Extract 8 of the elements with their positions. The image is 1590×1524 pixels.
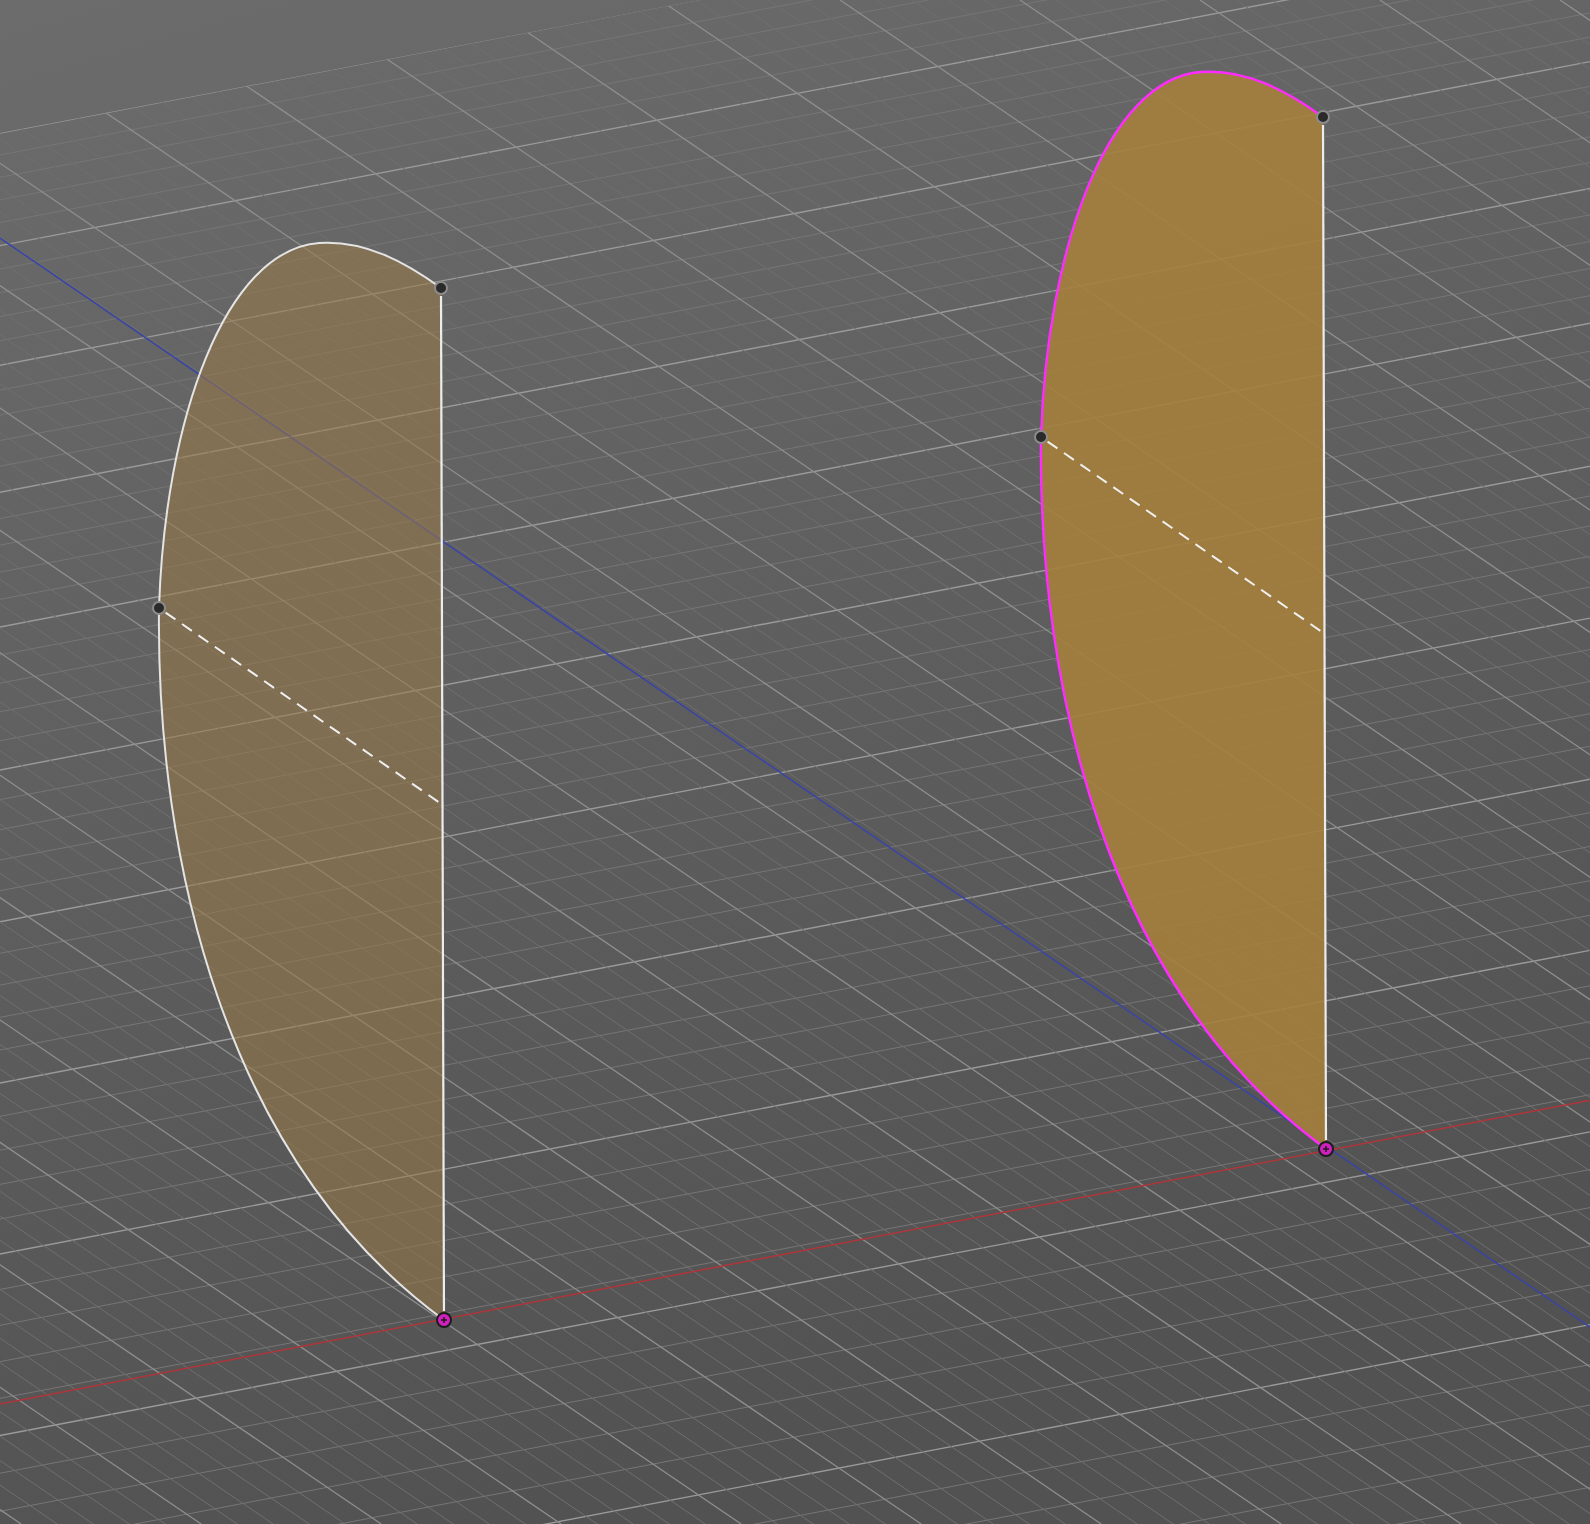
profile-edge-line[interactable]	[439, 296, 446, 1311]
origin-point-icon[interactable]	[1318, 1141, 1334, 1157]
sketch-point-icon[interactable]	[152, 601, 166, 615]
profile-edge-line[interactable]	[1321, 125, 1328, 1140]
sketch-point-icon[interactable]	[1034, 430, 1048, 444]
origin-point-icon[interactable]	[436, 1312, 452, 1328]
sketch-point-icon[interactable]	[434, 281, 448, 295]
sketch-point-icon[interactable]	[1316, 110, 1330, 124]
